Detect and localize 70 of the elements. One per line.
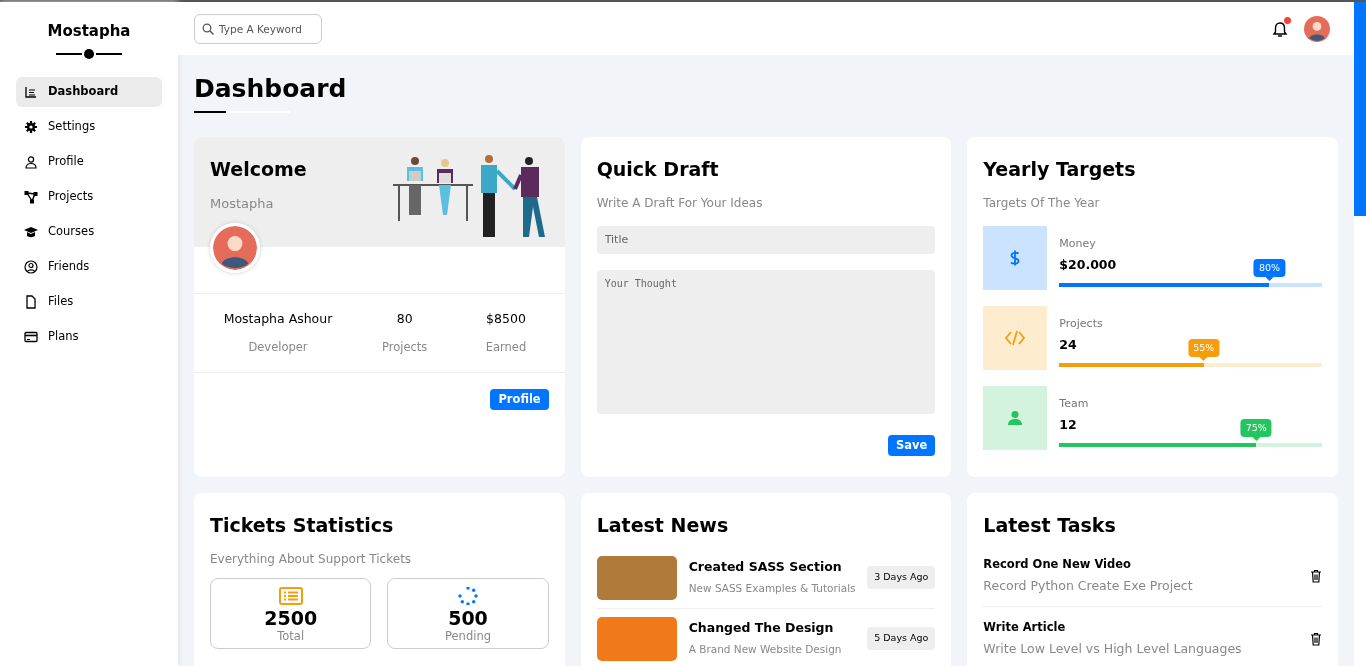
search-icon [202,22,214,35]
brand-name: Mostapha [46,21,132,42]
save-button[interactable]: Save [888,435,936,457]
file-icon [24,294,38,309]
card-subtitle: Targets Of The Year [983,194,1101,212]
stat-label: Earned [484,338,528,356]
user-circle-icon [24,259,38,274]
target-label: Team [1059,395,1090,412]
list-icon [278,587,303,605]
stat-label: Developer [247,338,309,356]
settings-icon [24,119,38,134]
user-icon [24,154,38,169]
profile-button[interactable]: Profile [490,389,549,411]
spinner-icon [458,587,478,605]
card-subtitle: Write A Draft For Your Ideas [596,194,764,212]
search-field[interactable]: Type A Keyword [194,13,322,44]
card-title: Tickets Statistics [210,513,395,538]
news-subtitle: A Brand New Website Design [688,642,843,657]
delete-icon[interactable] [1310,568,1322,583]
news-date: 5 Days Ago [867,627,936,650]
ticket-label: Pending [444,629,492,644]
card-title: Latest News [596,513,730,538]
task-subtitle: Record Python Create Exe Project [983,576,1193,595]
welcome-subtitle: Mostapha [210,194,275,213]
sidebar-item[interactable]: Friends [16,251,162,282]
stat-value: Mostapha Ashour [222,310,334,328]
news-date: 3 Days Ago [867,566,936,589]
code-icon [1005,328,1026,347]
card-title: Yearly Targets [983,157,1137,182]
title-input[interactable]: Title [596,225,936,254]
graduation-cap-icon [24,224,38,239]
target-value: 12 [1059,416,1077,434]
credit-card-icon [24,329,38,344]
ticket-count: 2500 [263,607,319,630]
chart-icon [24,84,38,99]
task-title: Record One New Video [983,555,1132,573]
sidebar-item[interactable]: Dashboard [16,76,162,107]
nodes-icon [24,189,38,204]
target-value: 24 [1059,336,1077,354]
stat-value: 80 [395,310,414,328]
card-title: Latest Tasks [983,513,1117,538]
target-label: Money [1059,235,1097,252]
sidebar-item[interactable]: Courses [16,216,162,247]
sidebar-item[interactable]: Profile [16,146,162,177]
card-title: Quick Draft [596,157,720,182]
brand-underline-icon [56,48,122,59]
sidebar-item[interactable]: Files [16,286,162,317]
news-title: Changed The Design [688,619,835,638]
page-title: Dashboard [194,73,348,105]
news-subtitle: New SASS Examples & Tutorials [688,581,856,596]
sidebar-item[interactable]: Settings [16,111,162,142]
user-icon [1008,409,1023,426]
profile-avatar [210,223,260,273]
notification-bell-icon[interactable] [1272,20,1288,38]
stat-label: Projects [380,338,429,356]
card-subtitle: Everything About Support Tickets [210,550,413,568]
stat-value: $8500 [485,310,527,328]
user-avatar [1304,15,1330,42]
card-title: Welcome [210,157,307,182]
delete-icon[interactable] [1310,631,1322,646]
sidebar-item[interactable]: Plans [16,321,162,352]
target-value: $20.000 [1059,256,1117,274]
news-title: Created SASS Section [688,558,843,577]
target-label: Projects [1059,315,1104,332]
ticket-label: Total [276,629,306,644]
sidebar-item[interactable]: Projects [16,181,162,212]
ticket-count: 500 [447,607,489,630]
thought-textarea[interactable]: Your Thought [596,270,936,414]
task-title: Write Article [983,618,1067,636]
task-subtitle: Write Low Level vs High Level Languages [983,639,1242,658]
